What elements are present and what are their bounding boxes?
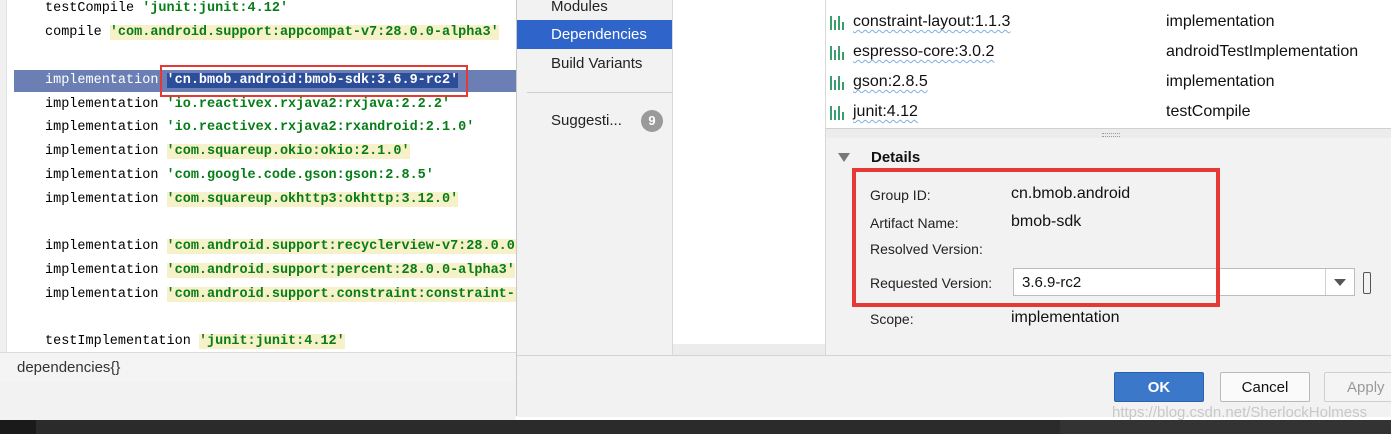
code-string: 'com.android.support:recyclerview-v7:28.…	[166, 239, 516, 254]
editor-status-strip	[0, 382, 516, 422]
code-keyword: implementation	[45, 287, 167, 302]
dependency-name: junit:4.12	[853, 103, 918, 120]
code-line[interactable]: testCompile 'junit:junit:4.12'	[45, 0, 288, 20]
library-icon	[830, 106, 844, 120]
suggestions-count-badge: 9	[641, 110, 663, 132]
code-line[interactable]: compile 'com.android.support:appcompat-v…	[45, 22, 499, 44]
code-keyword: compile	[45, 25, 110, 40]
collapse-triangle-icon[interactable]	[838, 153, 850, 162]
taskbar-block	[1060, 420, 1391, 434]
scope-label: Scope:	[870, 311, 914, 327]
dropdown-arrow-button[interactable]	[1325, 269, 1354, 295]
code-line[interactable]: implementation 'com.squareup.okio:okio:2…	[45, 141, 410, 163]
splitter-grip-icon	[1102, 133, 1120, 137]
code-line[interactable]: implementation 'io.reactivex.rxjava2:rxa…	[45, 117, 474, 139]
code-keyword: testImplementation	[45, 334, 199, 349]
apply-button[interactable]: Apply	[1324, 372, 1391, 402]
code-keyword: implementation	[45, 168, 167, 183]
breadcrumb[interactable]: dependencies{}	[0, 352, 516, 383]
code-keyword: implementation	[45, 239, 167, 254]
code-line[interactable]: implementation 'com.google.code.gson:gso…	[45, 165, 434, 187]
dependency-name: constraint-layout:1.1.3	[853, 13, 1011, 30]
code-string: 'io.reactivex.rxjava2:rxjava:2.2.2'	[166, 97, 451, 112]
watermark: https://blog.csdn.net/SherlockHolmess	[1112, 404, 1368, 421]
browse-versions-button[interactable]	[1363, 272, 1371, 294]
cancel-button[interactable]: Cancel	[1220, 372, 1310, 402]
code-string: 'com.squareup.okhttp3:okhttp:3.12.0'	[166, 192, 459, 207]
code-line[interactable]: implementation 'com.android.support:perc…	[45, 260, 515, 282]
nav-item-build-variants[interactable]: Build Variants	[517, 49, 672, 78]
library-icon	[830, 76, 844, 90]
code-line[interactable]: implementation 'com.android.support:recy…	[45, 236, 516, 258]
panel-scrollbar-track	[673, 344, 825, 355]
code-string: 'junit:junit:4.12'	[142, 1, 289, 16]
code-string: 'com.squareup.okio:okio:2.1.0'	[166, 144, 410, 159]
taskbar-block	[0, 420, 36, 434]
code-line[interactable]: implementation 'io.reactivex.rxjava2:rxj…	[45, 94, 450, 116]
dependency-row[interactable]: espresso-core:3.0.2 androidTestImplement…	[826, 38, 1391, 68]
details-title: Details	[871, 149, 921, 166]
editor-gutter	[0, 0, 7, 352]
code-line[interactable]: implementation 'com.android.support.cons…	[45, 284, 516, 306]
code-string: 'com.google.code.gson:gson:2.8.5'	[166, 168, 434, 183]
nav-item-dependencies[interactable]: Dependencies	[517, 20, 672, 49]
dialog-nav: Modules Dependencies Build Variants Sugg…	[517, 0, 673, 355]
chevron-down-icon	[1334, 279, 1346, 286]
dependency-scope: testCompile	[1166, 103, 1251, 120]
ok-button[interactable]: OK	[1114, 372, 1204, 402]
dependencies-table[interactable]: constraint-layout:1.1.3 implementation e…	[826, 0, 1391, 128]
highlight-box-code	[160, 65, 468, 97]
code-string: 'com.android.support:percent:28.0.0-alph…	[166, 263, 515, 278]
taskbar	[0, 420, 1391, 434]
nav-divider	[527, 92, 672, 93]
library-icon	[830, 46, 844, 60]
highlight-box-details	[852, 168, 1220, 307]
code-keyword: testCompile	[45, 1, 143, 16]
dependency-name: gson:2.8.5	[853, 73, 928, 90]
code-keyword: implementation	[45, 73, 167, 88]
modules-list-panel[interactable]	[673, 0, 826, 355]
dependency-scope: androidTestImplementation	[1166, 43, 1359, 60]
dependency-row[interactable]: constraint-layout:1.1.3 implementation	[826, 8, 1391, 38]
code-line[interactable]: testImplementation 'junit:junit:4.12'	[45, 331, 345, 352]
code-string: 'com.android.support.constraint:constrai…	[166, 287, 516, 302]
dependency-scope: implementation	[1166, 13, 1275, 30]
code-keyword: implementation	[45, 263, 167, 278]
dependency-row[interactable]: gson:2.8.5 implementation	[826, 68, 1391, 98]
dependency-scope: implementation	[1166, 73, 1275, 90]
code-string: 'io.reactivex.rxjava2:rxandroid:2.1.0'	[166, 120, 475, 135]
code-line[interactable]: implementation 'com.squareup.okhttp3:okh…	[45, 189, 459, 211]
code-keyword: implementation	[45, 120, 167, 135]
scope-value: implementation	[1011, 309, 1120, 326]
code-keyword: implementation	[45, 97, 167, 112]
library-icon	[830, 16, 844, 30]
nav-item-modules[interactable]: Modules	[517, 0, 672, 21]
code-string: 'com.android.support:appcompat-v7:28.0.0…	[109, 25, 499, 40]
project-structure-dialog: Modules Dependencies Build Variants Sugg…	[516, 0, 1391, 417]
dependency-row[interactable]: junit:4.12 testCompile	[826, 98, 1391, 128]
code-keyword: implementation	[45, 144, 167, 159]
code-editor[interactable]: testCompile 'junit:junit:4.12' compile '…	[0, 0, 516, 352]
breadcrumb-label: dependencies{}	[17, 359, 121, 376]
code-keyword: implementation	[45, 192, 167, 207]
code-string: 'junit:junit:4.12'	[198, 334, 345, 349]
dependency-name: espresso-core:3.0.2	[853, 43, 995, 60]
